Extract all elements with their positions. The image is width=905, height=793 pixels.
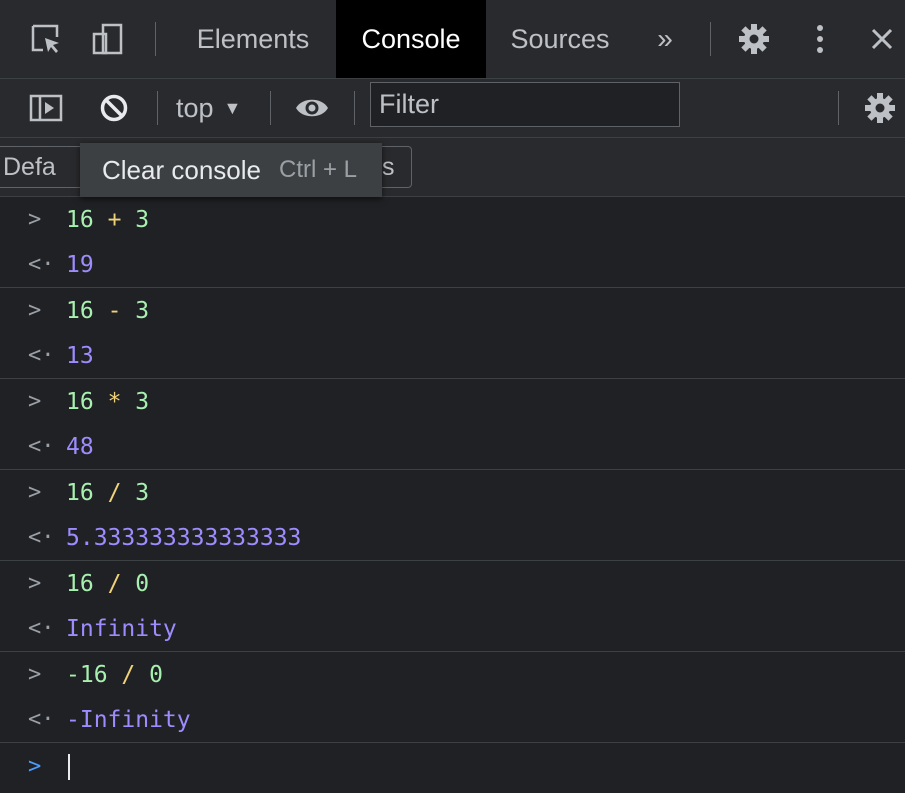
input-prompt-icon: > [28,662,42,687]
device-toolbar-icon[interactable] [86,0,130,78]
input-prompt-icon: > [28,571,42,596]
output-prompt-icon: <· [28,707,55,732]
operator: / [107,570,122,597]
result-value[interactable]: 48 [66,434,94,460]
console-entry: > 16 / 0 <· Infinity [0,561,905,652]
console-input-line: > 16 / 0 [0,561,905,606]
toolbar-separator [270,91,271,125]
devtools-tabbar: Elements Console Sources » [0,0,905,79]
output-prompt-icon: <· [28,252,55,277]
operand-right: 3 [135,479,150,506]
operand-left: 16 [66,570,94,597]
console-output: > 16 + 3 <· 19 > 16 - 3 <· 13 > 16 * 3 <… [0,197,905,793]
tooltip-label: Clear console [102,154,261,185]
output-prompt-icon: <· [28,434,55,459]
operator: + [107,206,122,233]
sidebar-toggle-icon[interactable] [24,79,68,137]
result-value[interactable]: 13 [66,343,94,369]
console-entry: > 16 - 3 <· 13 [0,288,905,379]
devtools-panel: Elements Console Sources » top ▼ Filter … [0,0,905,793]
tab-console[interactable]: Console [336,0,486,78]
operand-left: -16 [66,661,108,688]
inspect-element-icon[interactable] [24,0,68,78]
console-prompt-input[interactable]: > [0,744,905,789]
filter-input[interactable] [370,82,680,127]
operand-right: 0 [135,570,150,597]
console-result-line: <· Infinity [0,606,905,651]
tooltip-shortcut: Ctrl + L [278,156,358,183]
context-selector[interactable]: top ▼ [176,79,241,137]
eye-icon[interactable] [290,79,334,137]
console-input-line: > 16 - 3 [0,288,905,333]
dropdown-caret-icon: ▼ [223,97,242,118]
console-settings-gear-icon[interactable] [858,79,902,137]
operator: / [107,479,122,506]
tab-elements[interactable]: Elements [180,0,326,78]
console-result-line: <· 5.333333333333333 [0,515,905,560]
close-icon[interactable] [862,0,902,78]
input-prompt-icon: > [28,207,42,232]
context-label: top [176,92,214,123]
clear-console-tooltip: Clear console Ctrl + L [80,143,382,197]
console-input-line: > -16 / 0 [0,652,905,697]
result-value[interactable]: -Infinity [66,707,191,733]
console-input-line: > 16 * 3 [0,379,905,424]
operand-right: 3 [135,297,150,324]
clear-console-icon[interactable] [92,79,136,137]
operand-left: 16 [66,206,94,233]
operator: - [107,297,122,324]
more-tabs-button[interactable]: » [640,0,690,78]
toolbar-separator [838,91,839,125]
input-prompt-icon: > [28,389,42,414]
log-levels-label: Defa [3,152,56,181]
console-result-line: <· 19 [0,242,905,287]
operator: / [121,661,136,688]
console-input-line: > 16 / 3 [0,470,905,515]
console-entry: > 16 + 3 <· 19 [0,197,905,288]
output-prompt-icon: <· [28,616,55,641]
operator: * [107,388,122,415]
toolbar-separator [157,91,158,125]
active-prompt-icon: > [28,754,42,779]
log-levels-label-tail: s [382,152,395,181]
result-value[interactable]: 5.333333333333333 [66,525,301,551]
console-entry: > 16 * 3 <· 48 [0,379,905,470]
settings-gear-icon[interactable] [732,0,776,78]
operand-right: 3 [135,206,150,233]
text-cursor [68,754,70,780]
console-result-line: <· -Infinity [0,697,905,742]
result-value[interactable]: 19 [66,252,94,278]
console-result-line: <· 48 [0,424,905,469]
tabbar-separator [155,22,156,56]
kebab-menu-icon[interactable] [800,0,840,78]
output-prompt-icon: <· [28,343,55,368]
input-prompt-icon: > [28,298,42,323]
result-value[interactable]: Infinity [66,616,177,642]
operand-right: 3 [135,388,150,415]
console-entry: > -16 / 0 <· -Infinity [0,652,905,743]
console-input-line: > 16 + 3 [0,197,905,242]
operand-right: 0 [149,661,163,688]
operand-left: 16 [66,388,94,415]
output-prompt-icon: <· [28,525,55,550]
console-entry: > 16 / 3 <· 5.333333333333333 [0,470,905,561]
tabbar-separator [710,22,711,56]
operand-left: 16 [66,479,94,506]
operand-left: 16 [66,297,94,324]
console-result-line: <· 13 [0,333,905,378]
toolbar-separator [354,91,355,125]
input-prompt-icon: > [28,480,42,505]
tab-sources[interactable]: Sources [494,0,626,78]
